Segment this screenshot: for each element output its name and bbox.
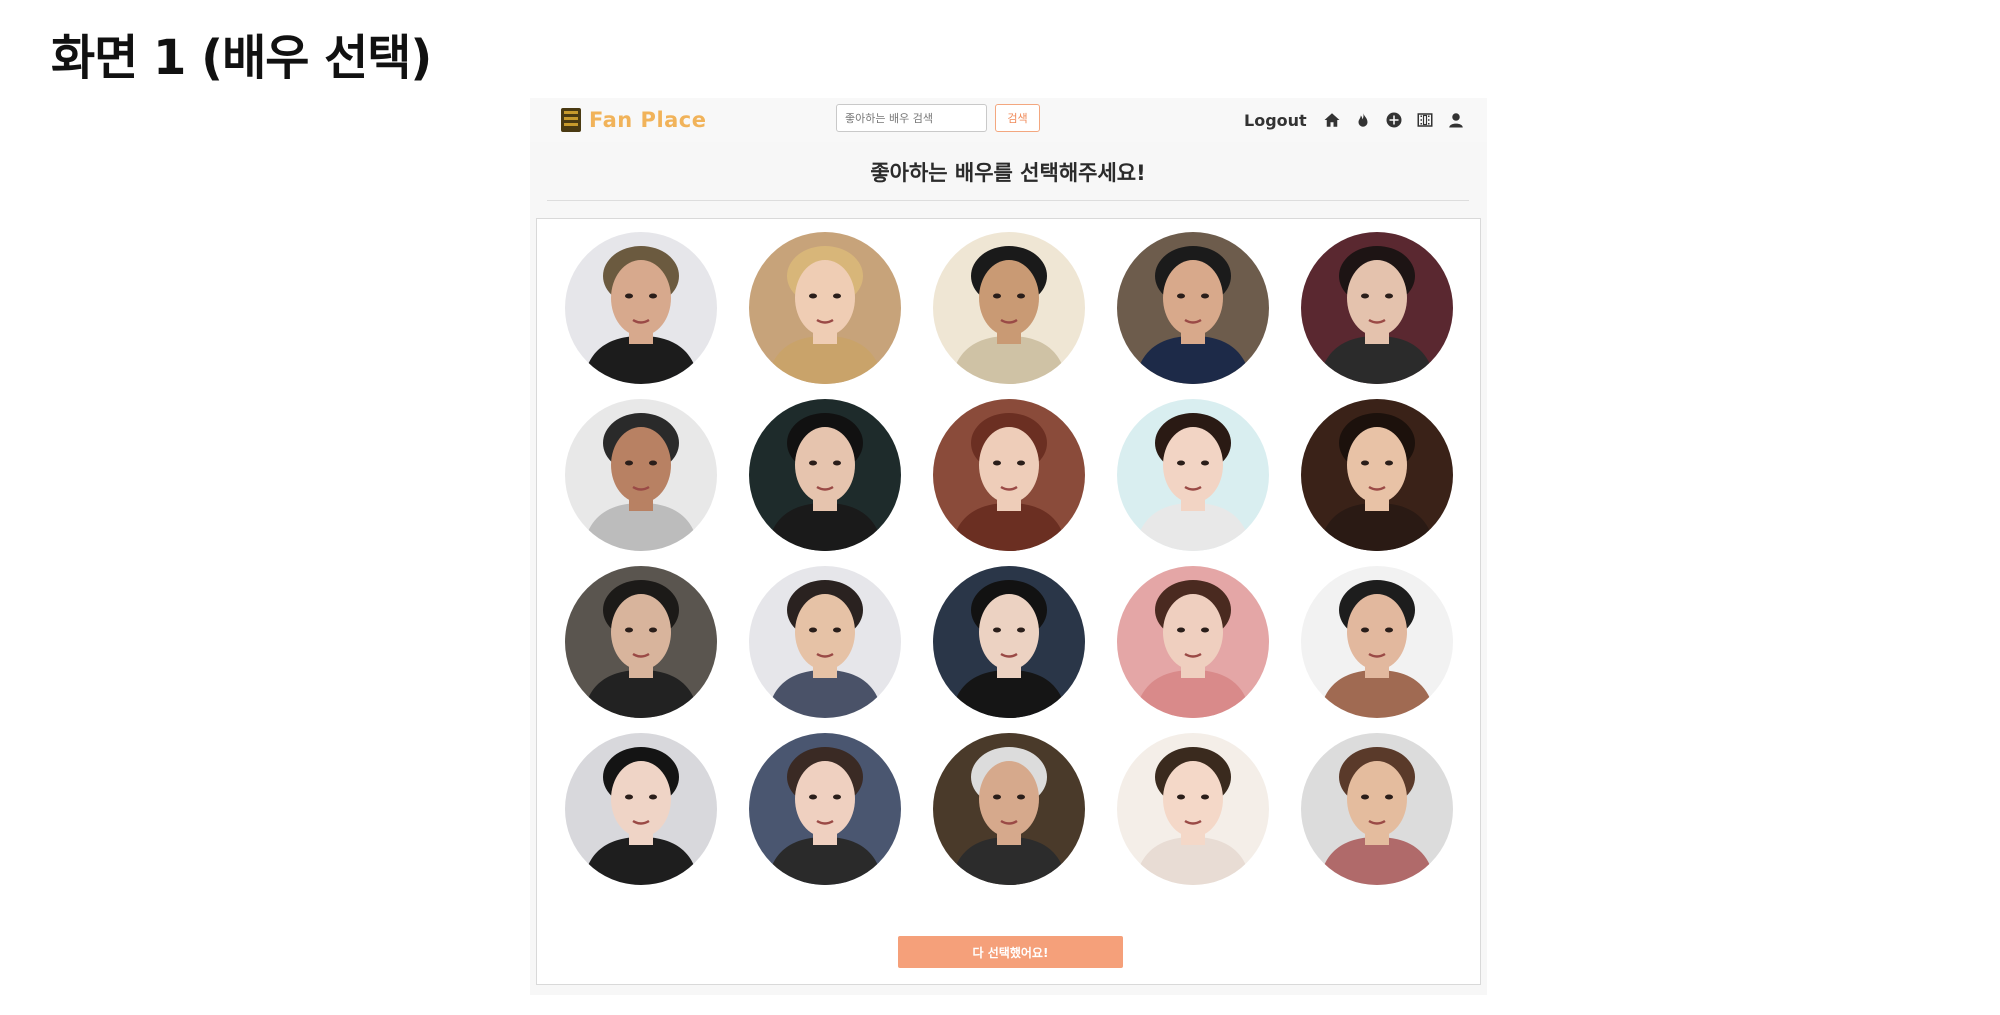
logout-link[interactable]: Logout: [1244, 111, 1307, 130]
actor-portrait: [749, 733, 901, 885]
actor-portrait: [1117, 232, 1269, 384]
actor-portrait: [749, 399, 901, 551]
search-button[interactable]: 검색: [995, 104, 1040, 132]
actor-selection-panel: 다 선택했어요!: [536, 218, 1481, 985]
actor-photo[interactable]: [749, 566, 901, 718]
actor-photo[interactable]: [1117, 232, 1269, 384]
actor-photo[interactable]: [933, 399, 1085, 551]
home-icon[interactable]: [1322, 110, 1342, 130]
actor-grid: [565, 232, 1453, 885]
app-window: Fan Place 검색 Logout 좋아하는 배우를 선택해주세요!: [530, 98, 1487, 995]
actor-portrait: [565, 733, 717, 885]
actor-portrait: [1117, 733, 1269, 885]
actor-portrait: [565, 399, 717, 551]
logo[interactable]: Fan Place: [561, 106, 707, 134]
actor-photo[interactable]: [933, 232, 1085, 384]
actor-photo[interactable]: [749, 399, 901, 551]
actor-photo[interactable]: [565, 733, 717, 885]
actor-portrait: [749, 232, 901, 384]
actor-portrait: [1301, 232, 1453, 384]
actor-portrait: [1117, 566, 1269, 718]
logo-text: Fan Place: [589, 108, 707, 132]
actor-photo[interactable]: [1301, 566, 1453, 718]
actor-photo[interactable]: [1301, 733, 1453, 885]
actor-portrait: [933, 733, 1085, 885]
film-icon[interactable]: [1415, 110, 1435, 130]
film-logo-icon: [561, 108, 581, 132]
actor-photo[interactable]: [1117, 733, 1269, 885]
actor-photo[interactable]: [933, 733, 1085, 885]
actor-photo[interactable]: [565, 566, 717, 718]
actor-photo[interactable]: [565, 399, 717, 551]
actor-photo[interactable]: [1301, 232, 1453, 384]
actor-photo[interactable]: [749, 733, 901, 885]
top-navbar: Fan Place 검색 Logout: [530, 98, 1487, 142]
actor-portrait: [565, 566, 717, 718]
actor-photo[interactable]: [1117, 566, 1269, 718]
nav-menu: Logout: [1244, 108, 1466, 132]
user-icon[interactable]: [1446, 110, 1466, 130]
plus-circle-icon[interactable]: [1384, 110, 1404, 130]
page-heading-row: 좋아하는 배우를 선택해주세요!: [547, 144, 1469, 201]
actor-portrait: [1301, 733, 1453, 885]
done-button[interactable]: 다 선택했어요!: [898, 936, 1123, 968]
actor-portrait: [1117, 399, 1269, 551]
actor-portrait: [1301, 566, 1453, 718]
actor-portrait: [565, 232, 717, 384]
actor-portrait: [1301, 399, 1453, 551]
fire-icon[interactable]: [1353, 110, 1373, 130]
actor-portrait: [749, 566, 901, 718]
search-input[interactable]: [836, 104, 987, 132]
actor-photo[interactable]: [933, 566, 1085, 718]
actor-portrait: [933, 566, 1085, 718]
slide-title: 화면 1 (배우 선택): [51, 30, 432, 86]
actor-portrait: [933, 399, 1085, 551]
actor-photo[interactable]: [1301, 399, 1453, 551]
actor-photo[interactable]: [565, 232, 717, 384]
actor-photo[interactable]: [749, 232, 901, 384]
actor-portrait: [933, 232, 1085, 384]
page-title: 좋아하는 배우를 선택해주세요!: [870, 161, 1146, 185]
actor-photo[interactable]: [1117, 399, 1269, 551]
